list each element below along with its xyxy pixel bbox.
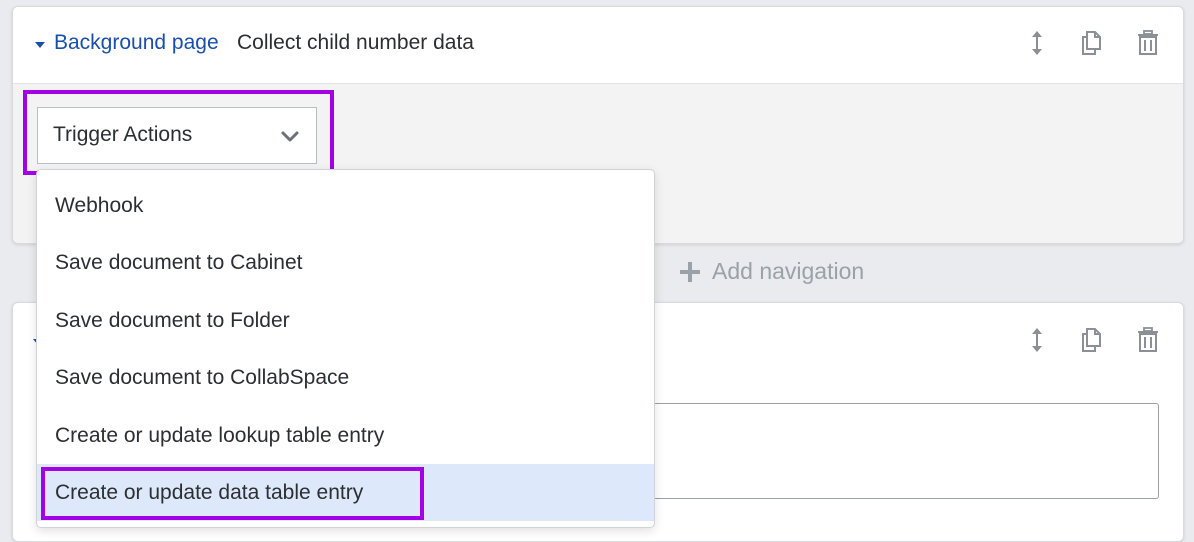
add-navigation-label: Add navigation: [712, 258, 865, 284]
option-webhook[interactable]: Webhook: [37, 177, 654, 234]
collapse-caret-icon[interactable]: [35, 42, 45, 48]
option-save-to-folder[interactable]: Save document to Folder: [37, 292, 654, 349]
add-navigation-button[interactable]: Add navigation: [680, 258, 864, 285]
trigger-actions-dropdown: Webhook Save document to Cabinet Save do…: [36, 169, 655, 528]
option-data-table-entry[interactable]: Create or update data table entry: [37, 464, 654, 521]
card-header: Background page Collect child number dat…: [13, 7, 1183, 84]
select-value: Trigger Actions: [53, 123, 193, 146]
delete-icon[interactable]: [1135, 325, 1161, 355]
chevron-down-icon: [281, 130, 299, 148]
section-type-link[interactable]: Background page: [54, 31, 219, 55]
text-area[interactable]: [653, 403, 1159, 499]
plus-icon: [680, 261, 700, 282]
move-icon[interactable]: [1024, 325, 1050, 355]
duplicate-icon[interactable]: [1078, 28, 1104, 58]
option-lookup-table-entry[interactable]: Create or update lookup table entry: [37, 407, 654, 464]
trigger-actions-select[interactable]: Trigger Actions: [37, 107, 317, 164]
delete-icon[interactable]: [1135, 28, 1161, 58]
option-save-to-collabspace[interactable]: Save document to CollabSpace: [37, 349, 654, 406]
move-icon[interactable]: [1024, 28, 1050, 58]
section-title: Collect child number data: [237, 31, 474, 54]
duplicate-icon[interactable]: [1078, 325, 1104, 355]
option-save-to-cabinet[interactable]: Save document to Cabinet: [37, 234, 654, 291]
